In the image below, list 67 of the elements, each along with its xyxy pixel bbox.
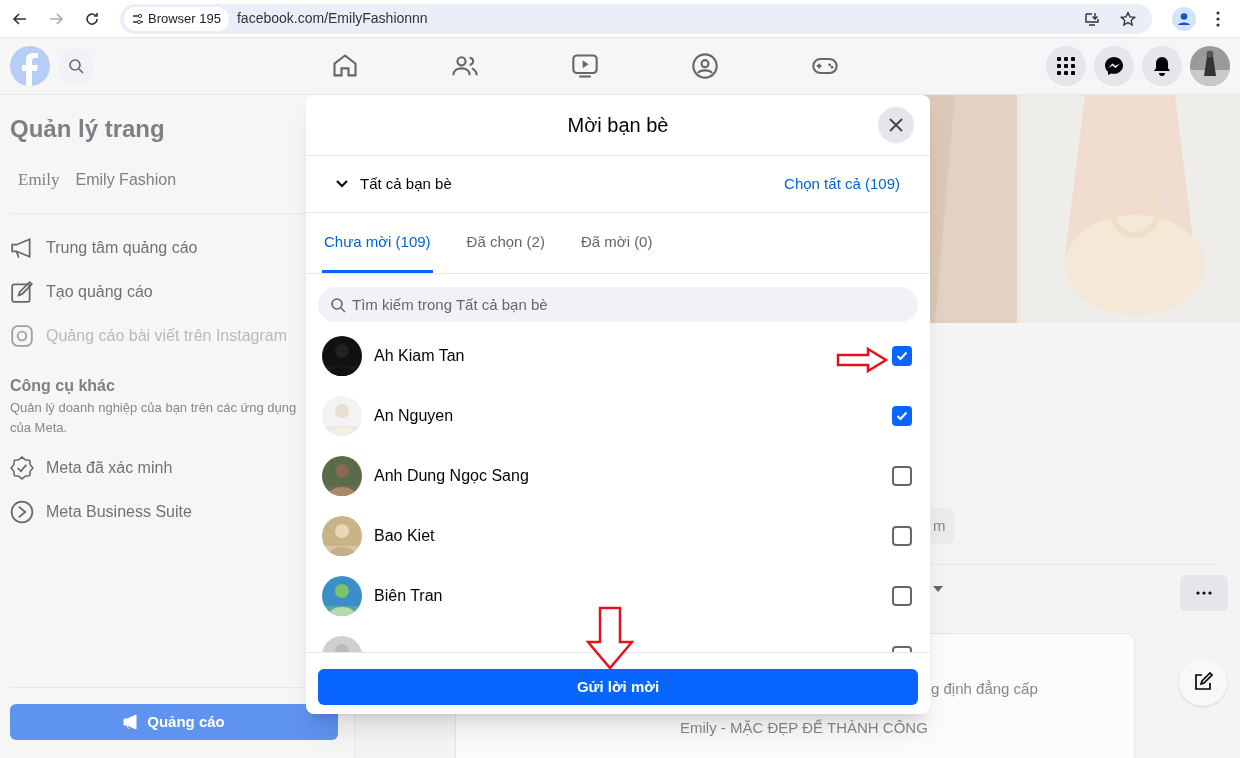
caret-icon[interactable] (932, 585, 944, 593)
profile-icon[interactable] (1172, 6, 1196, 31)
verified-badge-icon (10, 455, 34, 480)
search-icon (330, 297, 346, 313)
tab[interactable]: Đã mời (0) (578, 214, 655, 273)
site-info-chip[interactable]: Browser 195 (124, 6, 229, 31)
send-invites-button[interactable]: Gửi lời mời (318, 669, 918, 705)
apps-button[interactable] (1046, 46, 1086, 86)
search-icon (68, 58, 84, 74)
sidebar-item[interactable]: Meta đã xác minh (46, 455, 173, 480)
notifications-button[interactable] (1142, 46, 1182, 86)
promote-button[interactable]: Quảng cáo (10, 704, 338, 740)
instagram-icon (10, 323, 34, 348)
sidebar-item[interactable]: Tạo quảng cáo (46, 279, 153, 304)
bell-icon (1152, 56, 1172, 76)
tab[interactable]: Đã chọn (2) (464, 214, 547, 273)
friend-name[interactable]: Biên Tran (374, 584, 443, 608)
sidebar-item[interactable]: Trung tâm quảng cáo (46, 235, 198, 260)
checkbox[interactable] (892, 466, 912, 486)
megaphone-icon (123, 714, 140, 730)
select-all-link[interactable]: Chọn tất cả (109) (784, 172, 900, 196)
arrow-annotation (836, 347, 888, 373)
section-description: Quản lý doanh nghiệp của bạn trên các ứng dụng của Meta. (10, 398, 298, 437)
edit-icon (10, 279, 34, 304)
close-icon (888, 117, 904, 133)
checkbox[interactable] (892, 346, 912, 366)
chevron-down-icon (336, 180, 348, 188)
checkbox[interactable] (892, 406, 912, 426)
sidebar-item[interactable]: Meta Business Suite (46, 499, 192, 524)
check-icon (896, 410, 908, 422)
tune-icon (132, 12, 144, 25)
messenger-button[interactable] (1094, 46, 1134, 86)
checkbox[interactable] (892, 526, 912, 546)
address-bar[interactable]: Browser 195 facebook.com/EmilyFashionnn (120, 3, 1152, 34)
messenger-icon (1104, 56, 1124, 76)
checkbox[interactable] (892, 586, 912, 606)
friend-name[interactable]: Bao Kiet (374, 524, 435, 548)
compose-button[interactable] (1179, 658, 1227, 706)
menu-icon[interactable] (1216, 10, 1220, 27)
star-icon[interactable] (1120, 10, 1136, 27)
search-button[interactable] (58, 48, 94, 84)
check-icon (896, 350, 908, 362)
grid-icon (1056, 56, 1076, 76)
more-icon (1196, 591, 1212, 595)
reload-icon[interactable] (84, 10, 100, 27)
page-logo: Emily (18, 169, 60, 191)
dialog-title: Mời bạn bè (567, 113, 669, 138)
search-field[interactable]: Tìm kiếm trong Tất cả bạn bè (318, 287, 918, 322)
profile-action-button[interactable]: m (931, 508, 954, 544)
section-title: Công cụ khác (10, 375, 115, 396)
friends-filter-dropdown[interactable]: Tất cả bạn bè (336, 172, 452, 196)
chevron-circle-icon (10, 499, 34, 524)
friend-name[interactable]: Ah Kiam Tan (374, 344, 465, 368)
url-text: facebook.com/EmilyFashionnn (237, 9, 428, 28)
back-icon[interactable] (12, 10, 28, 27)
page-name[interactable]: Emily Fashion (75, 167, 177, 192)
arrow-annotation (586, 606, 634, 670)
post-caption: Emily - MẶC ĐẸP ĐỂ THÀNH CÔNG (680, 718, 928, 738)
tab[interactable]: Chưa mời (109) (322, 214, 433, 273)
close-button[interactable] (878, 107, 914, 143)
sidebar-title: Quản lý trang (10, 114, 165, 144)
friend-name[interactable]: An Nguyen (374, 404, 454, 428)
compose-icon (1193, 672, 1213, 692)
post-text: g định đẳng cấp (931, 679, 1038, 699)
megaphone-icon (10, 235, 34, 260)
install-icon[interactable] (1084, 10, 1100, 27)
friend-name[interactable]: Anh Dung Ngọc Sang (374, 464, 529, 488)
